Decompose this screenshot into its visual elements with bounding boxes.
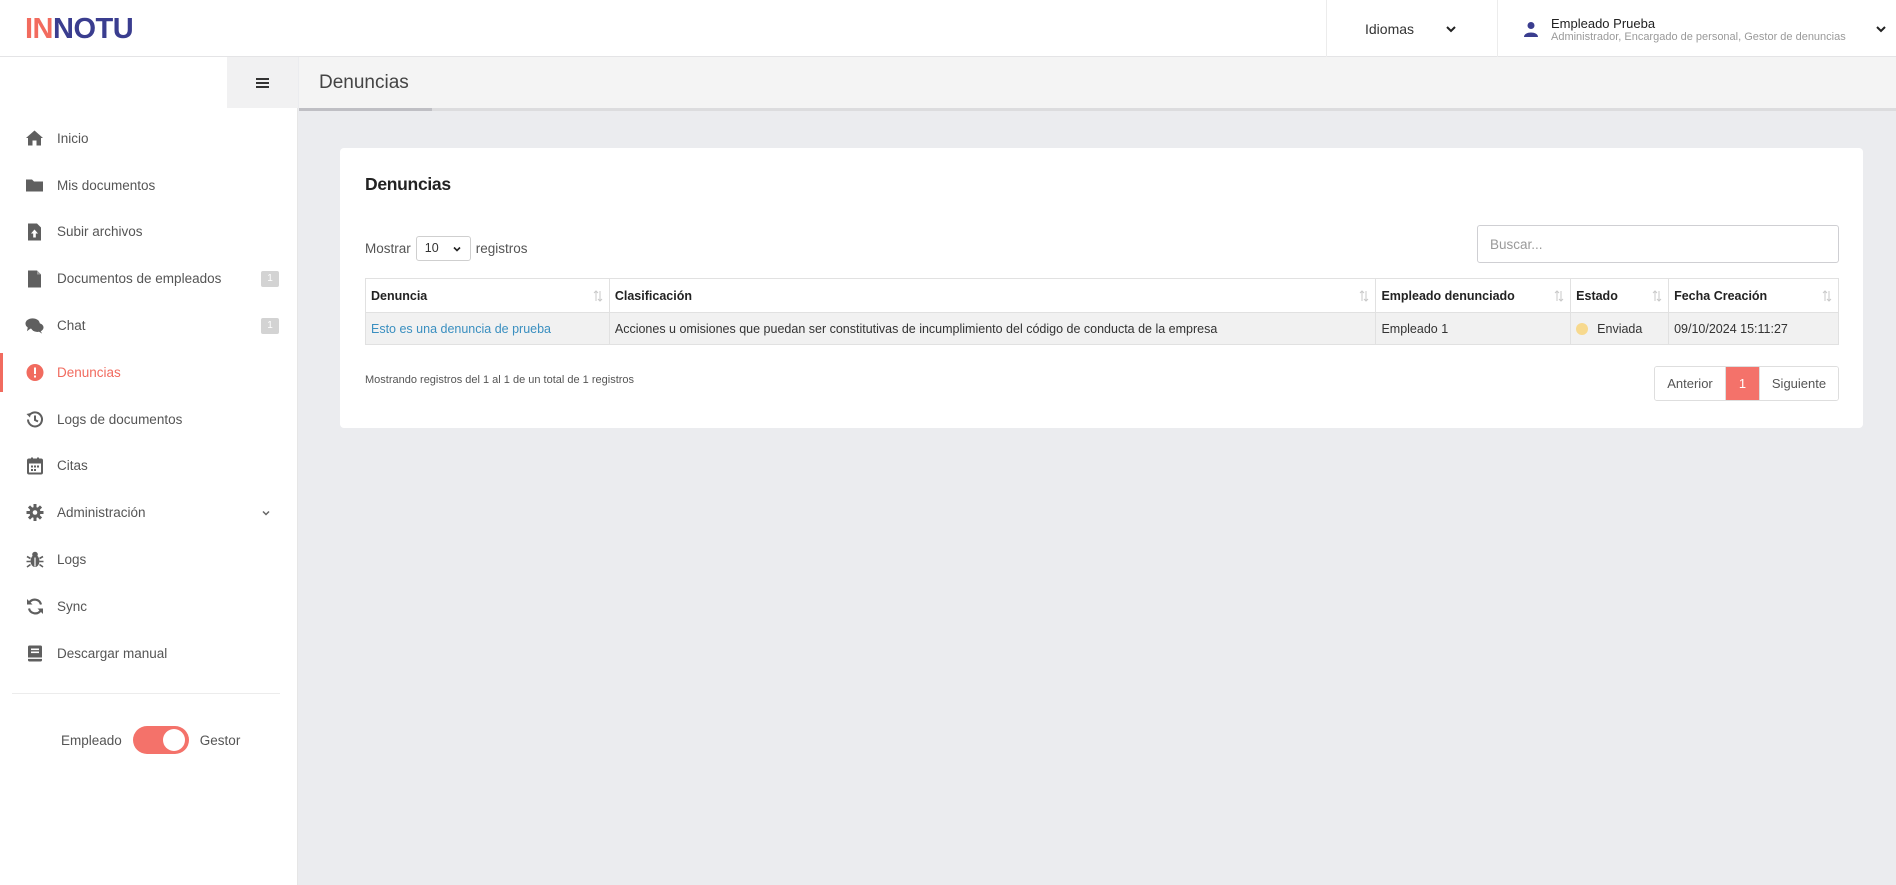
sidebar-item-mis-documentos[interactable]: Mis documentos	[0, 162, 298, 209]
bug-icon	[25, 550, 44, 569]
mode-toggle-switch[interactable]	[132, 726, 189, 754]
sidebar-toggle-button[interactable]	[227, 57, 298, 108]
page-size-control: Mostrar 10 registros	[365, 236, 528, 261]
mode-right-label: Gestor	[199, 732, 241, 748]
calendar-icon	[25, 456, 44, 475]
sidebar: Inicio Mis documentos Subir archivos Doc…	[0, 57, 298, 885]
column-header-estado[interactable]: Estado	[1570, 278, 1670, 313]
notification-badge: 1	[261, 270, 279, 287]
mode-left-label: Empleado	[61, 732, 122, 748]
home-icon	[25, 129, 44, 148]
table-header-row: Denuncia Clasificación Empleado denuncia…	[365, 278, 1839, 313]
page-size-value: 10	[424, 241, 439, 255]
column-header-empleado[interactable]: Empleado denunciado	[1375, 278, 1572, 313]
sort-icon	[593, 290, 603, 302]
sidebar-item-denuncias[interactable]: Denuncias	[0, 349, 298, 396]
sidebar-item-label: Logs de documentos	[57, 411, 183, 427]
cell-estado: Enviada	[1570, 312, 1670, 345]
sidebar-item-descargar-manual[interactable]: Descargar manual	[0, 630, 298, 677]
sidebar-item-label: Descargar manual	[57, 645, 168, 661]
pagination-previous-button[interactable]: Anterior	[1655, 367, 1726, 400]
user-menu[interactable]: Empleado Prueba Administrador, Encargado…	[1498, 0, 1896, 57]
history-icon	[25, 410, 44, 429]
sidebar-item-logs[interactable]: Logs	[0, 536, 298, 583]
user-name: Empleado Prueba	[1551, 16, 1656, 31]
denuncia-link[interactable]: Esto es una denuncia de prueba	[371, 322, 551, 336]
sidebar-item-label: Subir archivos	[57, 224, 143, 240]
cell-denuncia: Esto es una denuncia de prueba	[365, 312, 610, 345]
sidebar-item-label: Logs	[57, 552, 87, 568]
table-row: Esto es una denuncia de prueba Acciones …	[365, 312, 1839, 345]
mode-switch-row: Empleado Gestor	[61, 726, 240, 754]
sidebar-item-label: Documentos de empleados	[57, 271, 222, 287]
records-label: registros	[475, 241, 528, 256]
pagination-next-button[interactable]: Siguiente	[1759, 367, 1838, 400]
sidebar-item-chat[interactable]: Chat 1	[0, 302, 298, 349]
hamburger-icon	[256, 77, 269, 88]
top-header: INNOTU Idiomas Empleado Prueba Administr…	[0, 0, 1896, 57]
sidebar-item-label: Denuncias	[57, 364, 121, 380]
sidebar-item-documentos-empleados[interactable]: Documentos de empleados 1	[0, 255, 298, 302]
sort-icon	[1360, 290, 1369, 302]
sidebar-item-subir-archivos[interactable]: Subir archivos	[0, 209, 298, 256]
sort-icon	[1822, 290, 1832, 302]
denuncias-card: Denuncias Mostrar 10 registros Denuncia …	[340, 148, 1863, 428]
search-input[interactable]	[1477, 225, 1839, 263]
sort-icon	[1554, 290, 1564, 302]
pagination-page-button[interactable]: 1	[1726, 367, 1759, 400]
language-label: Idiomas	[1365, 20, 1415, 37]
column-header-denuncia[interactable]: Denuncia	[365, 278, 610, 313]
denuncias-table: Denuncia Clasificación Empleado denuncia…	[365, 278, 1839, 345]
status-dot-icon	[1576, 322, 1589, 335]
sidebar-item-citas[interactable]: Citas	[0, 443, 298, 490]
user-icon	[1524, 22, 1538, 37]
notification-badge: 1	[261, 317, 279, 334]
card-title: Denuncias	[365, 174, 451, 194]
status-label: Enviada	[1597, 321, 1643, 336]
chevron-down-icon	[1876, 26, 1886, 33]
language-selector[interactable]: Idiomas	[1326, 0, 1498, 57]
folder-icon	[25, 176, 44, 195]
sidebar-item-label: Citas	[57, 458, 88, 474]
title-tab-indicator	[299, 108, 432, 111]
chevron-down-icon	[262, 510, 270, 516]
cell-clasificacion: Acciones u omisiones que puedan ser cons…	[608, 312, 1377, 345]
toggle-knob	[162, 729, 185, 751]
alert-circle-icon	[25, 363, 44, 382]
sidebar-item-inicio[interactable]: Inicio	[0, 115, 298, 162]
sidebar-item-label: Administración	[57, 505, 146, 521]
sidebar-item-administracion[interactable]: Administración	[0, 489, 298, 536]
cell-empleado: Empleado 1	[1375, 312, 1572, 345]
chevron-down-icon	[1446, 26, 1456, 33]
book-icon	[25, 644, 44, 663]
show-label: Mostrar	[365, 241, 411, 256]
user-roles: Administrador, Encargado de personal, Ge…	[1551, 31, 1846, 43]
sidebar-item-label: Chat	[57, 318, 86, 334]
page-size-select[interactable]: 10	[415, 236, 471, 261]
chevron-down-icon	[453, 246, 461, 252]
page-title: Denuncias	[319, 72, 409, 93]
app-logo[interactable]: INNOTU	[25, 14, 134, 44]
sidebar-nav: Inicio Mis documentos Subir archivos Doc…	[0, 115, 298, 677]
sidebar-item-logs-documentos[interactable]: Logs de documentos	[0, 396, 298, 443]
sidebar-item-label: Mis documentos	[57, 177, 156, 193]
sidebar-item-label: Inicio	[57, 130, 89, 146]
pagination: Anterior 1 Siguiente	[1654, 366, 1839, 401]
file-icon	[25, 269, 44, 288]
sidebar-item-label: Sync	[57, 598, 88, 614]
sync-icon	[25, 597, 44, 616]
column-header-fecha[interactable]: Fecha Creación	[1668, 278, 1839, 313]
sidebar-divider	[12, 693, 280, 694]
gear-icon	[25, 503, 44, 522]
page-title-bar: Denuncias	[299, 57, 1896, 111]
column-header-clasificacion[interactable]: Clasificación	[608, 278, 1377, 313]
file-upload-icon	[25, 222, 44, 241]
table-info: Mostrando registros del 1 al 1 de un tot…	[365, 374, 635, 386]
sort-icon	[1652, 290, 1662, 302]
cell-fecha: 09/10/2024 15:11:27	[1668, 312, 1839, 345]
chat-icon	[25, 316, 44, 335]
sidebar-item-sync[interactable]: Sync	[0, 583, 298, 630]
